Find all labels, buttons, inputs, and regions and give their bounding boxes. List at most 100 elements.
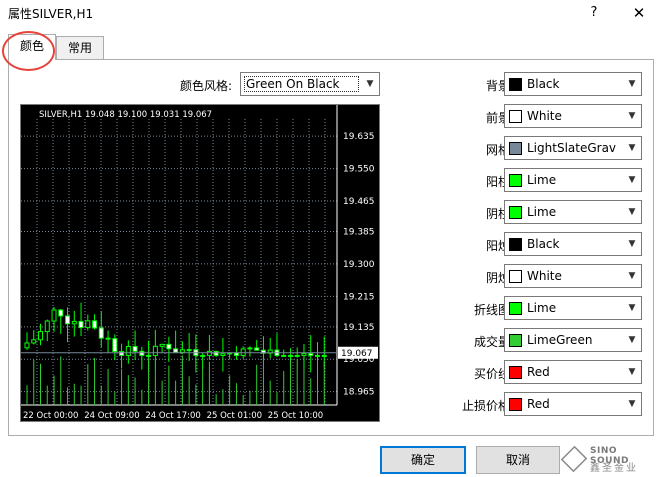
cancel-button[interactable]: 取消 bbox=[476, 446, 560, 474]
property-row: 成交量: LimeGreen ▼ bbox=[420, 328, 642, 352]
candle-body bbox=[294, 354, 300, 357]
property-value: Lime bbox=[527, 205, 557, 219]
price-tick-label: 19.465 bbox=[343, 197, 375, 207]
property-color-select[interactable]: White ▼ bbox=[504, 104, 642, 128]
color-swatch bbox=[509, 302, 522, 315]
property-color-select[interactable]: LightSlateGrav ▼ bbox=[504, 136, 642, 160]
help-button[interactable]: ? bbox=[582, 3, 606, 23]
candle-body bbox=[24, 342, 30, 349]
candle-body bbox=[152, 345, 158, 356]
chevron-down-icon: ▼ bbox=[628, 111, 636, 121]
property-row: 买价线: Red ▼ bbox=[420, 360, 642, 384]
color-swatch bbox=[509, 270, 522, 283]
price-tick-label: 19.635 bbox=[343, 132, 375, 142]
property-color-select[interactable]: Black ▼ bbox=[504, 72, 642, 96]
candle-body bbox=[233, 352, 239, 356]
candle-body bbox=[112, 338, 118, 353]
watermark-logo-icon bbox=[560, 445, 588, 473]
property-color-select[interactable]: Black ▼ bbox=[504, 232, 642, 256]
property-value: Lime bbox=[527, 301, 557, 315]
chevron-down-icon: ▼ bbox=[628, 303, 636, 313]
price-tick-label: 19.135 bbox=[343, 323, 375, 333]
property-color-select[interactable]: Lime ▼ bbox=[504, 200, 642, 224]
time-tick-label: 25 Oct 10:00 bbox=[268, 411, 323, 421]
color-scheme-value: Green On Black bbox=[244, 76, 359, 92]
color-scheme-select[interactable]: Green On Black ▼ bbox=[240, 72, 380, 96]
chevron-down-icon: ▼ bbox=[628, 335, 636, 345]
close-button[interactable]: ✕ bbox=[627, 3, 651, 23]
candle-body bbox=[85, 320, 91, 329]
candle-body bbox=[38, 331, 44, 341]
color-swatch bbox=[509, 334, 522, 347]
property-value: Black bbox=[527, 77, 560, 91]
candle-body bbox=[173, 348, 179, 353]
time-tick-label: 24 Oct 09:00 bbox=[84, 411, 139, 421]
candle-body bbox=[92, 320, 98, 329]
color-scheme-label: 颜色风格: bbox=[180, 79, 233, 93]
candle-body bbox=[179, 349, 185, 353]
property-value: LightSlateGrav bbox=[527, 141, 617, 155]
chart-preview-canvas: 19.635 19.550 19.465 19.385 19.300 19.215 19.1… bbox=[21, 105, 378, 421]
property-value: Red bbox=[527, 365, 550, 379]
time-tick-label: 22 Oct 00:00 bbox=[23, 411, 78, 421]
price-tick-label: 18.965 bbox=[343, 388, 375, 398]
color-swatch bbox=[509, 206, 522, 219]
candle-body bbox=[58, 309, 64, 317]
candle-body bbox=[247, 347, 253, 350]
property-color-select[interactable]: White ▼ bbox=[504, 264, 642, 288]
property-value: Black bbox=[527, 237, 560, 251]
chevron-down-icon: ▼ bbox=[628, 239, 636, 249]
tab-colors[interactable]: 颜色 bbox=[8, 34, 56, 60]
property-color-select[interactable]: Lime ▼ bbox=[504, 168, 642, 192]
chart-header: SILVER,H1 19.048 19.100 19.031 19.067 bbox=[39, 110, 212, 120]
property-row: 阴烛: White ▼ bbox=[420, 264, 642, 288]
price-tick-label: 19.550 bbox=[343, 165, 375, 175]
candle-body bbox=[78, 320, 84, 329]
property-color-select[interactable]: LimeGreen ▼ bbox=[504, 328, 642, 352]
candle-body bbox=[44, 320, 50, 333]
chevron-down-icon: ▼ bbox=[628, 367, 636, 377]
ok-button[interactable]: 确定 bbox=[380, 446, 466, 474]
property-value: Red bbox=[527, 397, 550, 411]
candle-body bbox=[281, 354, 287, 357]
property-value: White bbox=[527, 109, 562, 123]
candle-body bbox=[301, 353, 307, 356]
property-row: 阳柱: Lime ▼ bbox=[420, 168, 642, 192]
chevron-down-icon: ▼ bbox=[366, 79, 374, 89]
chevron-down-icon: ▼ bbox=[628, 143, 636, 153]
candle-body bbox=[240, 348, 246, 356]
candle-body bbox=[98, 327, 104, 339]
candle-body bbox=[314, 354, 320, 357]
color-swatch bbox=[509, 366, 522, 379]
candle-body bbox=[125, 345, 131, 356]
candle-body bbox=[166, 343, 172, 350]
candle-body bbox=[287, 354, 293, 357]
property-value: Lime bbox=[527, 173, 557, 187]
time-tick-label: 24 Oct 17:00 bbox=[145, 411, 200, 421]
candle-body bbox=[119, 351, 125, 356]
candle-body bbox=[105, 337, 111, 340]
property-color-select[interactable]: Red ▼ bbox=[504, 360, 642, 384]
candle-body bbox=[321, 354, 327, 357]
property-row: 阳烛: Black ▼ bbox=[420, 232, 642, 256]
chevron-down-icon: ▼ bbox=[628, 399, 636, 409]
candle-body bbox=[132, 345, 138, 352]
candle-body bbox=[159, 343, 165, 347]
color-swatch bbox=[509, 174, 522, 187]
current-price-label: 19.067 bbox=[341, 349, 373, 359]
chevron-down-icon: ▼ bbox=[628, 175, 636, 185]
watermark: SINO SOUND 鑫圣金业 bbox=[560, 445, 652, 474]
chevron-down-icon: ▼ bbox=[628, 79, 636, 89]
tab-common[interactable]: 常用 bbox=[56, 36, 104, 60]
property-color-select[interactable]: Lime ▼ bbox=[504, 296, 642, 320]
property-color-select[interactable]: Red ▼ bbox=[504, 392, 642, 416]
candle-body bbox=[139, 350, 145, 356]
property-row: 背景: Black ▼ bbox=[420, 72, 642, 96]
property-row: 折线图: Lime ▼ bbox=[420, 296, 642, 320]
candle-body bbox=[254, 347, 260, 351]
property-value: White bbox=[527, 269, 562, 283]
property-row: 前景: White ▼ bbox=[420, 104, 642, 128]
color-swatch bbox=[509, 142, 522, 155]
chevron-down-icon: ▼ bbox=[628, 271, 636, 281]
candle-body bbox=[65, 315, 71, 325]
